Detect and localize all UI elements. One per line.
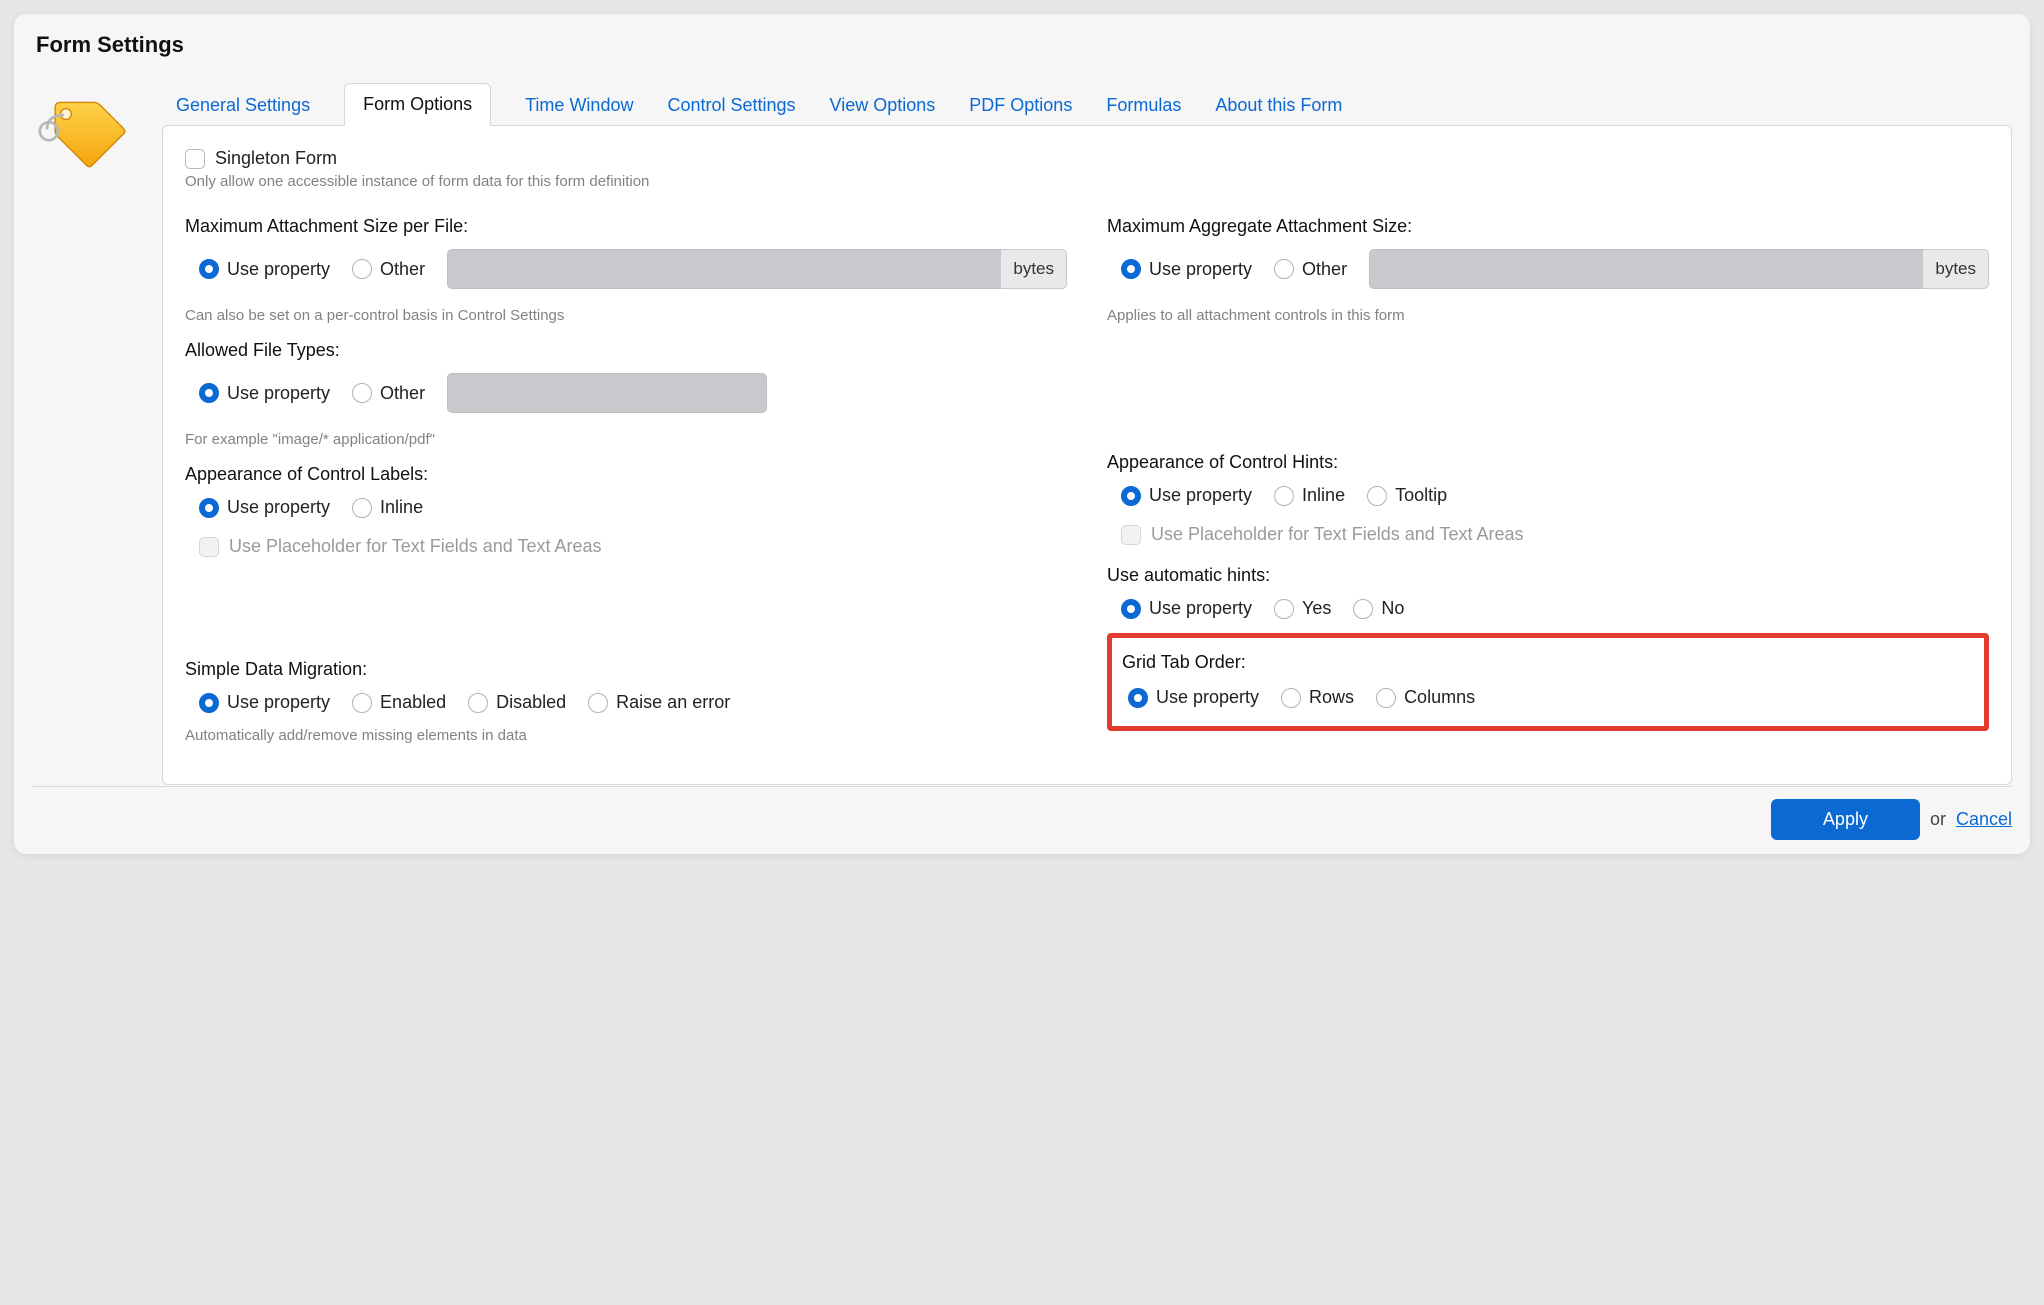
tag-icon <box>38 88 128 178</box>
control-hints-placeholder-label: Use Placeholder for Text Fields and Text… <box>1151 524 1524 545</box>
allowed-file-types-input[interactable] <box>447 373 767 413</box>
max-attach-aggregate-label: Maximum Aggregate Attachment Size: <box>1107 216 1989 237</box>
auto-hints-use-property[interactable]: Use property <box>1121 598 1252 619</box>
allowed-file-types-label: Allowed File Types: <box>185 340 1067 361</box>
sdm-raise-error[interactable]: Raise an error <box>588 692 730 713</box>
sdm-use-property[interactable]: Use property <box>199 692 330 713</box>
cancel-link[interactable]: Cancel <box>1956 809 2012 830</box>
control-hints-placeholder-checkbox <box>1121 525 1141 545</box>
control-hints-use-property[interactable]: Use property <box>1121 485 1252 506</box>
control-hints-tooltip[interactable]: Tooltip <box>1367 485 1447 506</box>
dialog-icon-area <box>32 76 152 785</box>
max-attach-per-file-other[interactable]: Other <box>352 259 425 280</box>
sdm-enabled[interactable]: Enabled <box>352 692 446 713</box>
allowed-file-types-hint: For example "image/* application/pdf" <box>185 431 1067 448</box>
tab-pdf-options[interactable]: PDF Options <box>969 85 1072 126</box>
tab-control-settings[interactable]: Control Settings <box>667 85 795 126</box>
dialog-footer: Apply or Cancel <box>32 786 2012 840</box>
allowed-file-types-other[interactable]: Other <box>352 383 425 404</box>
max-attach-aggregate-use-property[interactable]: Use property <box>1121 259 1252 280</box>
max-attach-per-file-hint: Can also be set on a per-control basis i… <box>185 307 1067 324</box>
auto-hints-yes[interactable]: Yes <box>1274 598 1331 619</box>
max-attach-aggregate-unit: bytes <box>1923 249 1989 289</box>
max-attach-aggregate-hint: Applies to all attachment controls in th… <box>1107 307 1989 324</box>
allowed-file-types-use-property[interactable]: Use property <box>199 383 330 404</box>
max-attach-per-file-use-property[interactable]: Use property <box>199 259 330 280</box>
or-text: or <box>1930 809 1946 830</box>
max-attach-per-file-input[interactable] <box>447 249 1006 289</box>
tab-view-options[interactable]: View Options <box>830 85 936 126</box>
grid-tab-order-highlight: Grid Tab Order: Use property Rows <box>1107 633 1989 731</box>
grid-tab-order-rows[interactable]: Rows <box>1281 687 1354 708</box>
max-attach-per-file-unit: bytes <box>1001 249 1067 289</box>
max-attach-per-file-label: Maximum Attachment Size per File: <box>185 216 1067 237</box>
control-hints-label: Appearance of Control Hints: <box>1107 452 1989 473</box>
tab-time-window[interactable]: Time Window <box>525 85 633 126</box>
tab-formulas[interactable]: Formulas <box>1106 85 1181 126</box>
singleton-checkbox[interactable] <box>185 149 205 169</box>
tab-about-this-form[interactable]: About this Form <box>1215 85 1342 126</box>
control-labels-use-property[interactable]: Use property <box>199 497 330 518</box>
auto-hints-no[interactable]: No <box>1353 598 1404 619</box>
form-settings-dialog: Form Settings General Settings Form Opti… <box>14 14 2030 854</box>
grid-tab-order-columns[interactable]: Columns <box>1376 687 1475 708</box>
control-labels-label: Appearance of Control Labels: <box>185 464 1067 485</box>
auto-hints-label: Use automatic hints: <box>1107 565 1989 586</box>
max-attach-aggregate-input[interactable] <box>1369 249 1928 289</box>
control-labels-inline[interactable]: Inline <box>352 497 423 518</box>
dialog-title: Form Settings <box>32 32 2012 58</box>
apply-button[interactable]: Apply <box>1771 799 1920 840</box>
grid-tab-order-label: Grid Tab Order: <box>1122 652 1968 673</box>
control-hints-inline[interactable]: Inline <box>1274 485 1345 506</box>
grid-tab-order-use-property[interactable]: Use property <box>1128 687 1259 708</box>
sdm-disabled[interactable]: Disabled <box>468 692 566 713</box>
singleton-label: Singleton Form <box>215 148 337 169</box>
sdm-hint: Automatically add/remove missing element… <box>185 727 1067 744</box>
simple-data-migration-label: Simple Data Migration: <box>185 659 1067 680</box>
tab-general-settings[interactable]: General Settings <box>176 85 310 126</box>
tab-form-options[interactable]: Form Options <box>344 83 491 126</box>
control-labels-placeholder-label: Use Placeholder for Text Fields and Text… <box>229 536 602 557</box>
tab-nav: General Settings Form Options Time Windo… <box>162 76 2012 126</box>
tab-pane-form-options: Singleton Form Only allow one accessible… <box>162 125 2012 785</box>
singleton-hint: Only allow one accessible instance of fo… <box>185 173 1989 190</box>
control-labels-placeholder-checkbox <box>199 537 219 557</box>
max-attach-aggregate-other[interactable]: Other <box>1274 259 1347 280</box>
